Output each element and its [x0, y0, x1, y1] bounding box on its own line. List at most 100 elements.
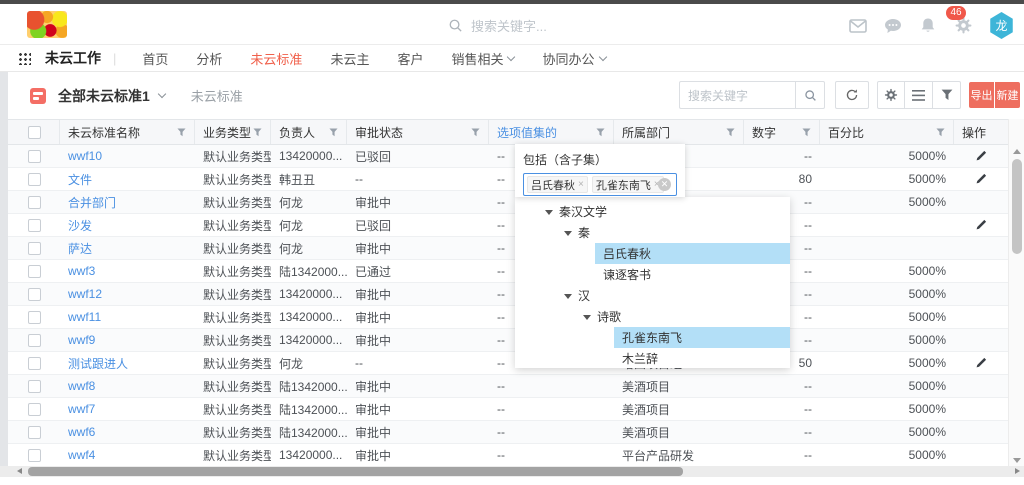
column-filter-icon[interactable]	[596, 128, 605, 137]
tree-leaf[interactable]: 吕氏春秋	[515, 243, 790, 264]
row-checkbox[interactable]	[28, 357, 41, 370]
chevron-down-icon[interactable]	[158, 90, 166, 98]
app-grid-icon[interactable]	[18, 52, 31, 65]
edit-button[interactable]	[975, 357, 987, 369]
global-search[interactable]: 搜索关键字...	[448, 16, 547, 35]
refresh-button[interactable]	[835, 81, 869, 109]
tree-branch[interactable]: 秦	[515, 222, 790, 243]
record-name-link[interactable]: wwf12	[68, 287, 102, 301]
record-name-link[interactable]: 沙发	[68, 217, 92, 234]
record-name-link[interactable]: wwf4	[68, 448, 95, 462]
column-header[interactable]: 审批状态	[347, 120, 489, 144]
record-name-link[interactable]: 合并部门	[68, 194, 116, 211]
create-button[interactable]: 新建	[995, 82, 1020, 108]
nav-item-3[interactable]: 未云标准	[250, 49, 302, 68]
tree-expand-arrow-icon[interactable]	[583, 315, 591, 320]
nav-item-6[interactable]: 销售相关	[451, 49, 514, 68]
row-checkbox[interactable]	[28, 311, 41, 324]
app-logo[interactable]	[27, 11, 67, 38]
nav-item-1[interactable]: 首页	[142, 49, 168, 68]
bell-icon[interactable]	[919, 17, 937, 35]
horizontal-scrollbar[interactable]	[0, 466, 1024, 477]
horizontal-scrollbar-thumb[interactable]	[28, 467, 683, 476]
workspace-title[interactable]: 未云工作	[45, 48, 101, 68]
tree-leaf-option[interactable]: 木兰辞	[614, 348, 790, 368]
column-header[interactable]: 负责人	[271, 120, 347, 144]
edit-button[interactable]	[975, 219, 987, 231]
column-filter-icon[interactable]	[802, 128, 811, 137]
row-checkbox[interactable]	[28, 288, 41, 301]
row-checkbox[interactable]	[28, 334, 41, 347]
filter-tag[interactable]: 吕氏春秋×	[527, 176, 588, 193]
tree-branch[interactable]: 秦汉文学	[515, 201, 790, 222]
column-filter-icon[interactable]	[936, 128, 945, 137]
nav-item-5[interactable]: 客户	[397, 49, 423, 68]
tree-leaf[interactable]: 孔雀东南飞	[515, 327, 790, 348]
nav-item-4[interactable]: 未云主	[330, 49, 369, 68]
list-view-button[interactable]	[905, 81, 933, 109]
record-name-link[interactable]: 文件	[68, 171, 92, 188]
column-header[interactable]: 百分比	[820, 120, 954, 144]
settings-button[interactable]	[877, 81, 905, 109]
column-header[interactable]: 数字	[744, 120, 820, 144]
avatar[interactable]: 龙	[989, 12, 1014, 39]
tree-leaf-option[interactable]: 谏逐客书	[595, 264, 790, 285]
tree-branch[interactable]: 诗歌	[515, 306, 790, 327]
tree-leaf[interactable]: 木兰辞	[515, 348, 790, 368]
record-name-link[interactable]: wwf10	[68, 149, 102, 163]
edit-button[interactable]	[975, 150, 987, 162]
export-button[interactable]: 导出	[969, 82, 994, 108]
filter-button[interactable]	[933, 81, 961, 109]
edit-button[interactable]	[975, 173, 987, 185]
column-filter-icon[interactable]	[253, 128, 262, 137]
nav-item-2[interactable]: 分析	[196, 49, 222, 68]
nav-item-7[interactable]: 协同办公	[542, 49, 605, 68]
record-name-link[interactable]: wwf11	[68, 310, 101, 324]
tree-expand-arrow-icon[interactable]	[564, 231, 572, 236]
column-filter-icon[interactable]	[471, 128, 480, 137]
clear-input-icon[interactable]: ✕	[658, 178, 671, 191]
row-checkbox[interactable]	[28, 403, 41, 416]
view-title[interactable]: 全部未云标准1	[58, 86, 150, 106]
row-checkbox[interactable]	[28, 219, 41, 232]
tree-expand-arrow-icon[interactable]	[564, 294, 572, 299]
scroll-left-arrow-icon[interactable]	[17, 468, 22, 474]
column-header[interactable]: 业务类型	[195, 120, 271, 144]
row-checkbox[interactable]	[28, 173, 41, 186]
vertical-scrollbar-thumb[interactable]	[1012, 159, 1022, 254]
tree-leaf[interactable]: 谏逐客书	[515, 264, 790, 285]
record-name-link[interactable]: wwf7	[68, 402, 95, 416]
scroll-up-arrow-icon[interactable]	[1013, 149, 1021, 154]
column-header[interactable]: 未云标准名称	[60, 120, 195, 144]
record-name-link[interactable]: wwf9	[68, 333, 95, 347]
column-filter-icon[interactable]	[726, 128, 735, 137]
list-search-input[interactable]: 搜索关键字	[679, 81, 795, 109]
tree-expand-arrow-icon[interactable]	[545, 210, 553, 215]
list-search-button[interactable]	[795, 81, 825, 109]
scroll-right-arrow-icon[interactable]	[1015, 468, 1020, 474]
tag-remove-icon[interactable]: ×	[578, 179, 584, 190]
record-name-link[interactable]: wwf8	[68, 379, 95, 393]
select-all-checkbox[interactable]	[28, 126, 41, 139]
row-checkbox[interactable]	[28, 449, 41, 462]
column-filter-icon[interactable]	[329, 128, 338, 137]
row-checkbox[interactable]	[28, 265, 41, 278]
filter-tag[interactable]: 孔雀东南飞×	[592, 176, 664, 193]
tree-leaf-option[interactable]: 孔雀东南飞	[614, 327, 790, 348]
vertical-scrollbar[interactable]	[1008, 119, 1024, 477]
column-header[interactable]: 选项值集的	[489, 120, 614, 144]
column-header[interactable]: 所属部门	[614, 120, 744, 144]
chat-icon[interactable]	[884, 17, 902, 35]
filter-tag-input[interactable]: 吕氏春秋×孔雀东南飞×✕	[523, 173, 677, 196]
row-checkbox[interactable]	[28, 242, 41, 255]
tree-branch[interactable]: 汉	[515, 285, 790, 306]
record-name-link[interactable]: wwf6	[68, 425, 95, 439]
row-checkbox[interactable]	[28, 380, 41, 393]
record-name-link[interactable]: 萨达	[68, 240, 92, 257]
column-filter-icon[interactable]	[177, 128, 186, 137]
record-name-link[interactable]: wwf3	[68, 264, 95, 278]
row-checkbox[interactable]	[28, 196, 41, 209]
row-checkbox[interactable]	[28, 150, 41, 163]
mail-icon[interactable]	[849, 17, 867, 35]
column-header[interactable]: 操作	[954, 120, 1008, 144]
